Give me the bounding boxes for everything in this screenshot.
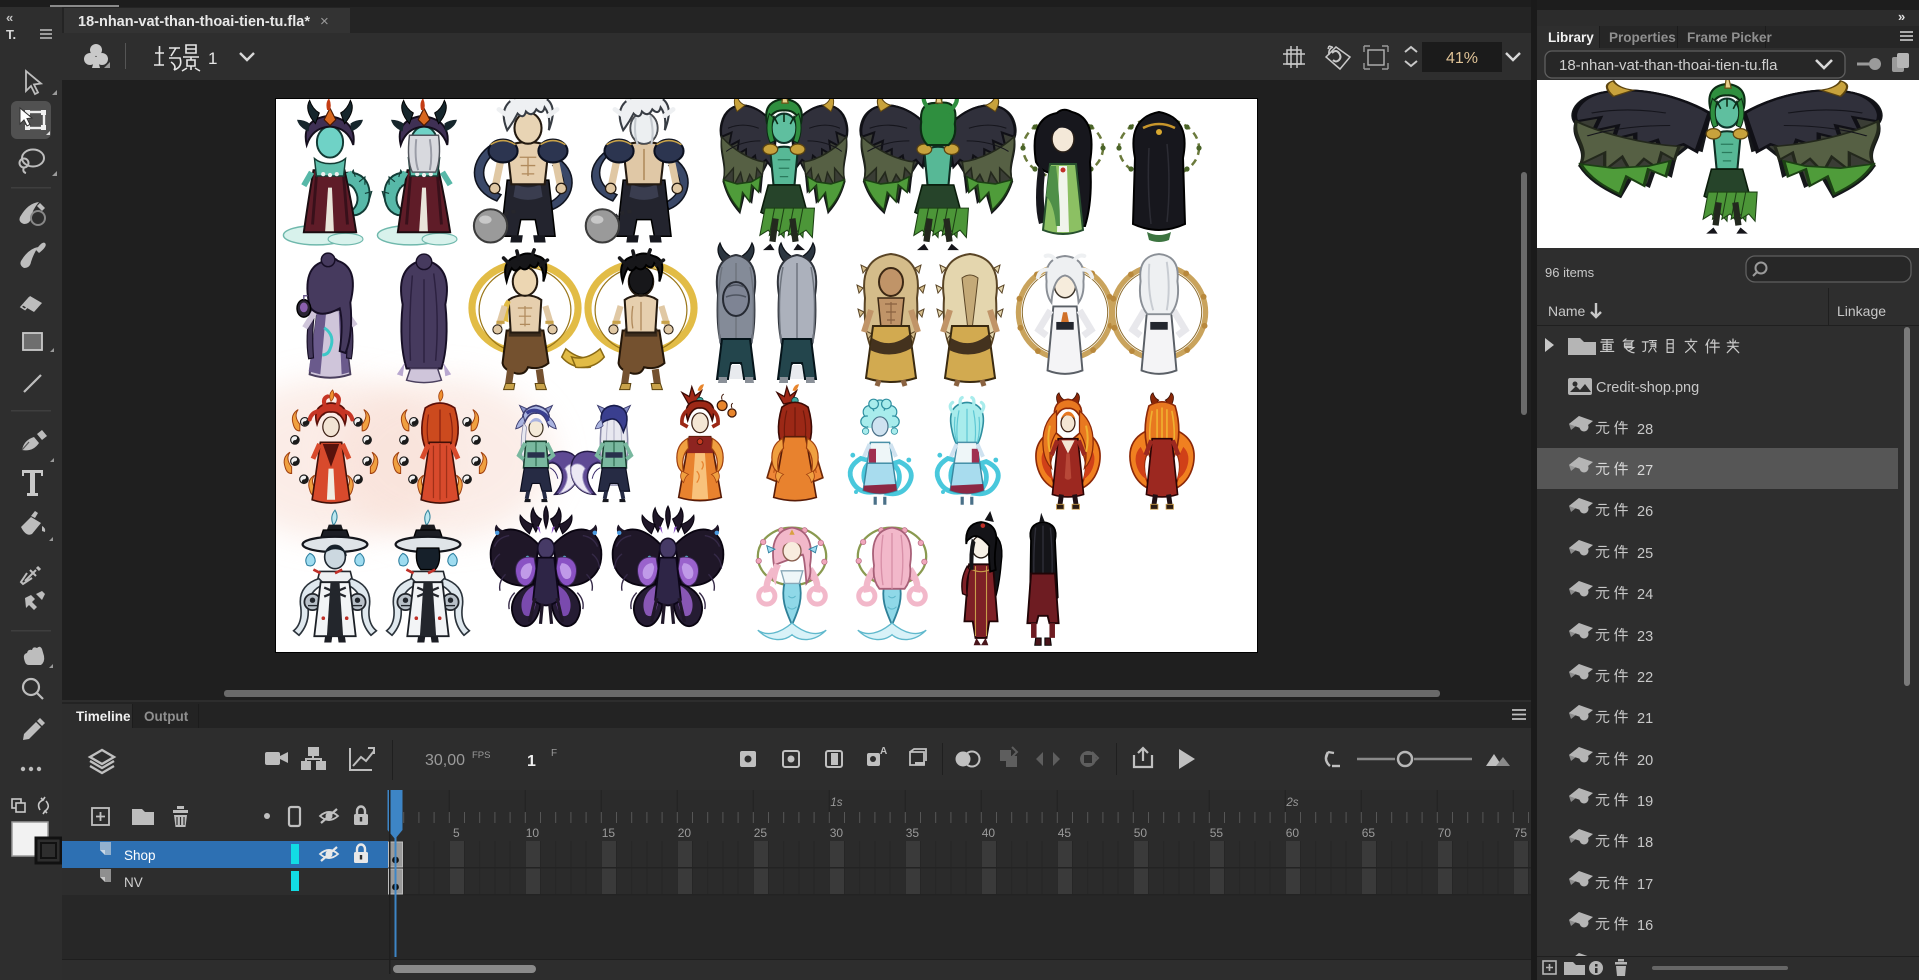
svg-text:Credit-shop.png: Credit-shop.png xyxy=(1596,380,1699,396)
svg-text:55: 55 xyxy=(1210,826,1224,840)
svg-text:20: 20 xyxy=(1637,753,1653,769)
svg-text:Output: Output xyxy=(144,709,189,724)
svg-text:25: 25 xyxy=(754,826,768,840)
svg-text:2s: 2s xyxy=(1285,797,1298,809)
svg-text:22: 22 xyxy=(1637,670,1653,686)
svg-text:10: 10 xyxy=(526,826,540,840)
svg-text:Name: Name xyxy=(1548,303,1586,319)
svg-text:65: 65 xyxy=(1362,826,1376,840)
svg-text:70: 70 xyxy=(1438,826,1452,840)
svg-text:Properties: Properties xyxy=(1609,30,1676,45)
svg-text:25: 25 xyxy=(1637,546,1653,562)
svg-text:40: 40 xyxy=(982,826,996,840)
svg-text:30,00: 30,00 xyxy=(425,752,465,769)
svg-text:A: A xyxy=(880,746,887,757)
svg-text:1s: 1s xyxy=(830,797,842,809)
svg-text:5: 5 xyxy=(453,826,460,840)
svg-text:16: 16 xyxy=(1637,918,1653,934)
svg-text:18-nhan-vat-than-thoai-tien-tu: 18-nhan-vat-than-thoai-tien-tu.fla xyxy=(1559,57,1778,74)
svg-text:30: 30 xyxy=(830,826,844,840)
svg-text:19: 19 xyxy=(1637,794,1653,810)
svg-text:1: 1 xyxy=(208,49,217,68)
svg-text:F: F xyxy=(551,748,557,759)
svg-text:24: 24 xyxy=(1637,587,1653,603)
svg-text:NV: NV xyxy=(124,875,143,890)
svg-text:35: 35 xyxy=(906,826,920,840)
svg-text:Linkage: Linkage xyxy=(1837,303,1886,319)
svg-text:17: 17 xyxy=(1637,877,1653,893)
svg-text:Library: Library xyxy=(1548,30,1594,45)
svg-text:18: 18 xyxy=(1637,835,1653,851)
svg-text:Frame Picker: Frame Picker xyxy=(1687,30,1773,45)
svg-text:96 items: 96 items xyxy=(1545,265,1595,280)
svg-text:28: 28 xyxy=(1637,422,1653,438)
svg-text:41%: 41% xyxy=(1446,50,1478,67)
svg-text:26: 26 xyxy=(1637,504,1653,520)
svg-text:Shop: Shop xyxy=(124,848,156,863)
svg-text:23: 23 xyxy=(1637,629,1653,645)
svg-text:21: 21 xyxy=(1637,711,1653,727)
svg-text:1: 1 xyxy=(527,753,536,770)
svg-text:45: 45 xyxy=(1058,826,1072,840)
svg-text:75: 75 xyxy=(1514,826,1528,840)
svg-text:Timeline: Timeline xyxy=(76,709,131,724)
svg-text:FPS: FPS xyxy=(472,750,490,761)
svg-text:50: 50 xyxy=(1134,826,1148,840)
svg-text:60: 60 xyxy=(1286,826,1300,840)
svg-text:20: 20 xyxy=(678,826,692,840)
svg-text:27: 27 xyxy=(1637,463,1653,479)
svg-text:15: 15 xyxy=(602,826,616,840)
